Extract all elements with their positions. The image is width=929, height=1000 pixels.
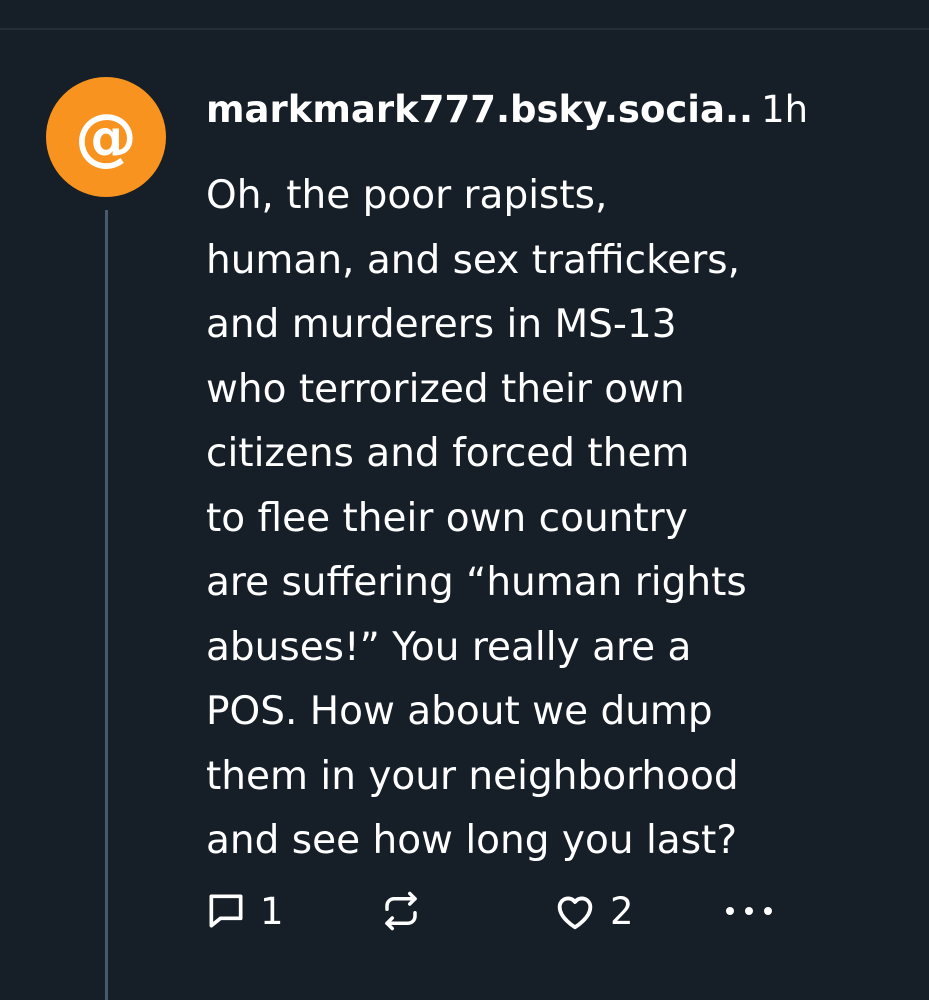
thread-line (105, 210, 108, 1000)
author-handle[interactable]: markmark777.bsky.socia.. (206, 88, 753, 131)
post-time[interactable]: 1h (761, 88, 808, 131)
more-options-button[interactable] (722, 885, 776, 937)
at-sign-icon: @ (75, 100, 137, 173)
repost-icon (380, 890, 422, 932)
post-header: markmark777.bsky.socia.. 1h (206, 84, 808, 136)
more-icon (722, 901, 776, 921)
post-actions: 1 2 (204, 885, 804, 937)
post[interactable]: @ markmark777.bsky.socia.. 1h Oh, the poo… (0, 30, 929, 1000)
reply-button[interactable]: 1 (204, 885, 284, 937)
reply-count: 1 (260, 889, 284, 933)
like-button[interactable]: 2 (552, 885, 634, 937)
post-text: Oh, the poor rapists, human, and sex tra… (206, 173, 747, 863)
heart-icon (552, 888, 598, 934)
reply-icon (204, 889, 248, 933)
like-count: 2 (610, 889, 634, 933)
avatar[interactable]: @ (46, 77, 166, 197)
repost-button[interactable] (380, 885, 422, 937)
top-bar (0, 0, 929, 30)
